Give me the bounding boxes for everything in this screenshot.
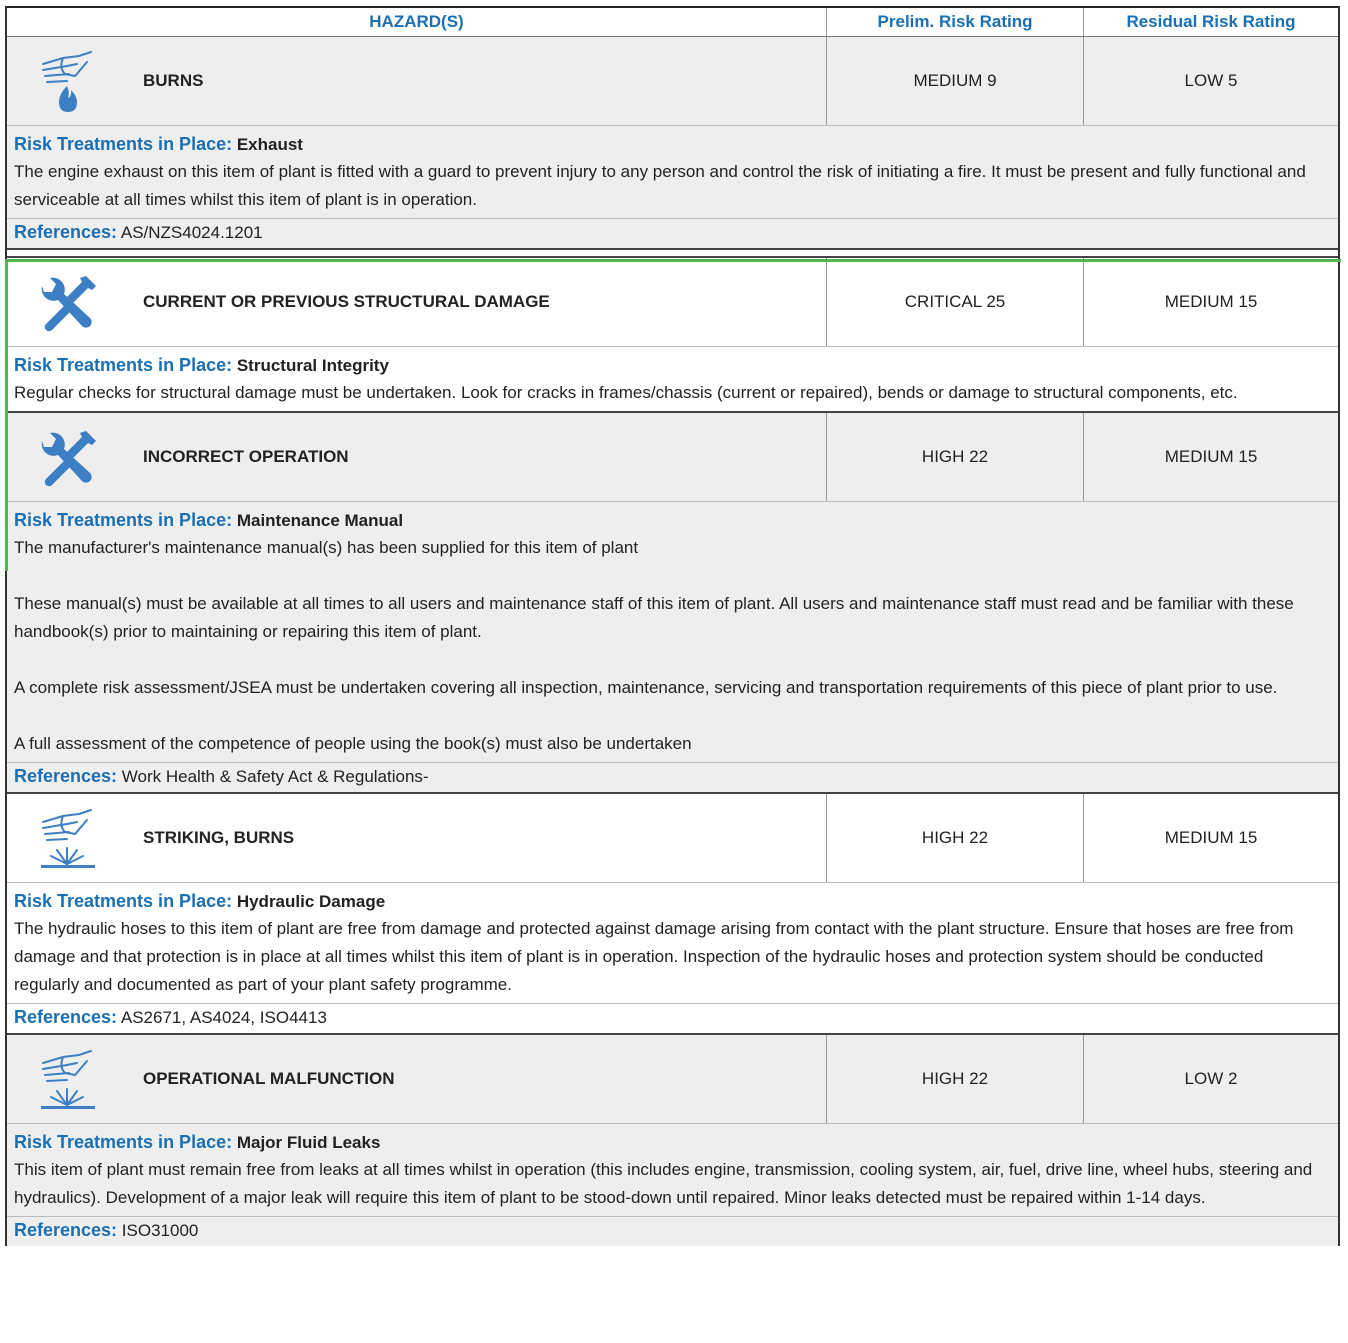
header-prelim-rating: Prelim. Risk Rating: [826, 8, 1083, 36]
references-value: ISO31000: [121, 1221, 199, 1240]
hazard-section-striking-burns: STRIKING, BURNS HIGH 22 MEDIUM 15 Risk T…: [7, 794, 1338, 1035]
treatment-body: Regular checks for structural damage mus…: [14, 383, 1238, 402]
residual-rating: MEDIUM 15: [1083, 794, 1338, 882]
prelim-rating: HIGH 22: [826, 413, 1083, 501]
header-hazard: HAZARD(S): [369, 12, 464, 31]
treatment-heading: Risk Treatments in Place: Maintenance Ma…: [14, 510, 404, 530]
residual-rating: LOW 5: [1083, 37, 1338, 125]
prelim-rating: HIGH 22: [826, 794, 1083, 882]
wrench-screwdriver-icon: [36, 427, 100, 487]
references-value: AS/NZS4024.1201: [120, 223, 263, 242]
hazard-table: HAZARD(S) Prelim. Risk Rating Residual R…: [5, 6, 1340, 1246]
hazard-section-structural-damage: CURRENT OR PREVIOUS STRUCTURAL DAMAGE CR…: [7, 256, 1338, 413]
table-header: HAZARD(S) Prelim. Risk Rating Residual R…: [7, 6, 1338, 37]
hazard-row: BURNS MEDIUM 9 LOW 5: [7, 37, 1338, 126]
treatment-body: The hydraulic hoses to this item of plan…: [14, 919, 1294, 994]
hazard-section-operational-malfunction: OPERATIONAL MALFUNCTION HIGH 22 LOW 2 Ri…: [7, 1035, 1338, 1246]
treatment-name: Hydraulic Damage: [236, 892, 386, 911]
treatment-name: Major Fluid Leaks: [236, 1133, 381, 1152]
hazard-name: CURRENT OR PREVIOUS STRUCTURAL DAMAGE: [143, 292, 550, 311]
wrench-screwdriver-icon: [36, 272, 100, 332]
references: References: ISO31000: [7, 1216, 1338, 1246]
prelim-rating: CRITICAL 25: [826, 258, 1083, 346]
hazard-name: BURNS: [143, 71, 204, 90]
residual-rating: LOW 2: [1083, 1035, 1338, 1123]
treatment-body: The manufacturer's maintenance manual(s)…: [14, 538, 1294, 753]
hazard-row: CURRENT OR PREVIOUS STRUCTURAL DAMAGE CR…: [7, 258, 1338, 347]
residual-rating: MEDIUM 15: [1083, 413, 1338, 501]
hazard-name: OPERATIONAL MALFUNCTION: [143, 1069, 395, 1088]
references: References: AS2671, AS4024, ISO4413: [7, 1003, 1338, 1033]
treatment-body: This item of plant must remain free from…: [14, 1160, 1313, 1207]
treatment-name: Structural Integrity: [236, 356, 389, 375]
header-residual-rating: Residual Risk Rating: [1083, 8, 1338, 36]
treatment-heading: Risk Treatments in Place: Major Fluid Le…: [14, 1132, 381, 1152]
treatment-name: Maintenance Manual: [236, 511, 404, 530]
hand-spray-icon: [37, 806, 99, 870]
references: References: AS/NZS4024.1201: [7, 218, 1338, 248]
hazard-name: INCORRECT OPERATION: [143, 447, 349, 466]
hand-spray-icon: [37, 1047, 99, 1111]
hazard-section-burns: BURNS MEDIUM 9 LOW 5 Risk Treatments in …: [7, 37, 1338, 250]
residual-rating: MEDIUM 15: [1083, 258, 1338, 346]
hazard-section-incorrect-operation: INCORRECT OPERATION HIGH 22 MEDIUM 15 Ri…: [7, 413, 1338, 794]
treatment-heading: Risk Treatments in Place: Exhaust: [14, 134, 303, 154]
treatment-name: Exhaust: [236, 135, 303, 154]
prelim-rating: HIGH 22: [826, 1035, 1083, 1123]
hand-flame-icon: [37, 48, 99, 114]
references-value: Work Health & Safety Act & Regulations-: [121, 767, 429, 786]
references-value: AS2671, AS4024, ISO4413: [120, 1008, 327, 1027]
prelim-rating: MEDIUM 9: [826, 37, 1083, 125]
treatment-heading: Risk Treatments in Place: Structural Int…: [14, 355, 389, 375]
treatment-heading: Risk Treatments in Place: Hydraulic Dama…: [14, 891, 386, 911]
hazard-row: STRIKING, BURNS HIGH 22 MEDIUM 15: [7, 794, 1338, 883]
hazard-row: OPERATIONAL MALFUNCTION HIGH 22 LOW 2: [7, 1035, 1338, 1124]
hazard-name: STRIKING, BURNS: [143, 828, 295, 847]
references: References: Work Health & Safety Act & R…: [7, 762, 1338, 792]
hazard-row: INCORRECT OPERATION HIGH 22 MEDIUM 15: [7, 413, 1338, 502]
treatment-body: The engine exhaust on this item of plant…: [14, 162, 1306, 209]
